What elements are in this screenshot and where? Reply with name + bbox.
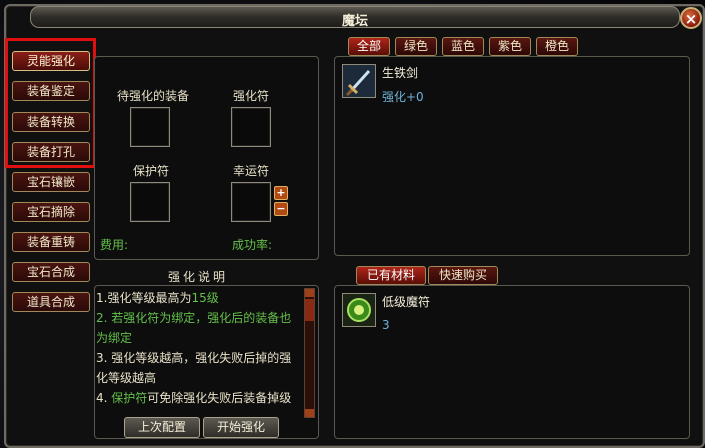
rune-slot-label: 强化符 xyxy=(232,89,269,103)
tab-blue[interactable]: 蓝色 xyxy=(442,37,484,56)
luck-minus-button[interactable]: − xyxy=(274,202,288,216)
start-enhance-label: 开始强化 xyxy=(216,420,265,434)
tab-label: 紫色 xyxy=(497,39,522,53)
description-scrollbar[interactable] xyxy=(304,288,315,418)
desc-line-1: 1.强化等级最高为15级 xyxy=(96,288,296,308)
title-bar: 魔坛 xyxy=(30,6,680,29)
plus-icon: + xyxy=(276,186,286,199)
tab-label: 橙色 xyxy=(544,39,569,53)
desc-line-4: 4. 保护符可免除强化失败后装备掉级 xyxy=(96,388,296,408)
desc-line-1a: 1.强化等级最高为 xyxy=(96,291,192,305)
equip-slot[interactable] xyxy=(130,107,170,147)
last-config-button[interactable]: 上次配置 xyxy=(124,417,200,438)
scroll-down-arrow[interactable] xyxy=(305,409,314,417)
tab-green[interactable]: 绿色 xyxy=(395,37,437,56)
sidebar-item-label: 宝石摘除 xyxy=(26,205,75,219)
luck-plus-button[interactable]: + xyxy=(274,186,288,200)
tab-label: 全部 xyxy=(356,39,381,53)
sword-icon xyxy=(342,64,376,98)
desc-line-4a: 4. xyxy=(96,391,112,405)
selection-highlight xyxy=(5,38,96,168)
protect-slot-label: 保护符 xyxy=(132,164,169,178)
tab-label: 已有材料 xyxy=(366,268,415,282)
tab-orange[interactable]: 橙色 xyxy=(536,37,578,56)
tab-all[interactable]: 全部 xyxy=(348,37,390,56)
sidebar-item-label: 道具合成 xyxy=(26,295,75,309)
cost-label: 费用: xyxy=(100,238,129,252)
sidebar-item-gem-combine[interactable]: 宝石合成 xyxy=(12,262,90,282)
luck-slot[interactable] xyxy=(231,182,271,222)
tab-quick-buy[interactable]: 快速购买 xyxy=(428,266,498,285)
description-text: 1.强化等级最高为15级 2. 若强化符为绑定，强化后的装备也为绑定 3. 强化… xyxy=(96,288,296,416)
tab-purple[interactable]: 紫色 xyxy=(489,37,531,56)
scroll-up-arrow[interactable] xyxy=(305,289,314,297)
success-rate-label: 成功率: xyxy=(232,238,273,252)
protect-slot[interactable] xyxy=(130,182,170,222)
desc-line-2: 2. 若强化符为绑定，强化后的装备也为绑定 xyxy=(96,311,292,345)
desc-max-level: 15级 xyxy=(191,291,219,305)
item-count: 3 xyxy=(382,318,390,332)
tab-label: 蓝色 xyxy=(450,39,475,53)
equipment-list-panel xyxy=(334,56,690,256)
tab-label: 快速购买 xyxy=(438,268,487,282)
desc-protect-rune: 保护符 xyxy=(111,391,148,405)
start-enhance-button[interactable]: 开始强化 xyxy=(203,417,279,438)
luck-slot-label: 幸运符 xyxy=(232,164,269,178)
item-name: 低级魔符 xyxy=(382,295,431,309)
sidebar-item-label: 宝石合成 xyxy=(26,265,75,279)
last-config-label: 上次配置 xyxy=(137,420,186,434)
close-icon: × xyxy=(684,10,698,28)
equip-slot-label: 待强化的装备 xyxy=(116,89,189,103)
sidebar-item-recast[interactable]: 装备重铸 xyxy=(12,232,90,252)
item-name: 生铁剑 xyxy=(382,66,419,80)
item-enhance-level: 强化+0 xyxy=(382,90,424,104)
sidebar-item-item-combine[interactable]: 道具合成 xyxy=(12,292,90,312)
window-title: 魔坛 xyxy=(341,14,368,29)
desc-line-4c: 可免除强化失败后装备掉级 xyxy=(147,391,292,405)
rune-icon xyxy=(342,293,376,327)
sidebar-item-label: 装备重铸 xyxy=(26,235,75,249)
tab-label: 绿色 xyxy=(403,39,428,53)
description-title: 强化说明 xyxy=(168,270,229,284)
sidebar-item-label: 宝石镶嵌 xyxy=(26,175,75,189)
scroll-thumb[interactable] xyxy=(305,299,314,321)
sidebar-item-gem-inlay[interactable]: 宝石镶嵌 xyxy=(12,172,90,192)
rune-slot[interactable] xyxy=(231,107,271,147)
desc-line-3: 3. 强化等级越高，强化失败后掉的强化等级越高 xyxy=(96,351,292,385)
tab-owned-materials[interactable]: 已有材料 xyxy=(356,266,426,285)
sidebar-item-gem-remove[interactable]: 宝石摘除 xyxy=(12,202,90,222)
minus-icon: − xyxy=(276,202,286,215)
close-button[interactable]: × xyxy=(680,7,702,29)
